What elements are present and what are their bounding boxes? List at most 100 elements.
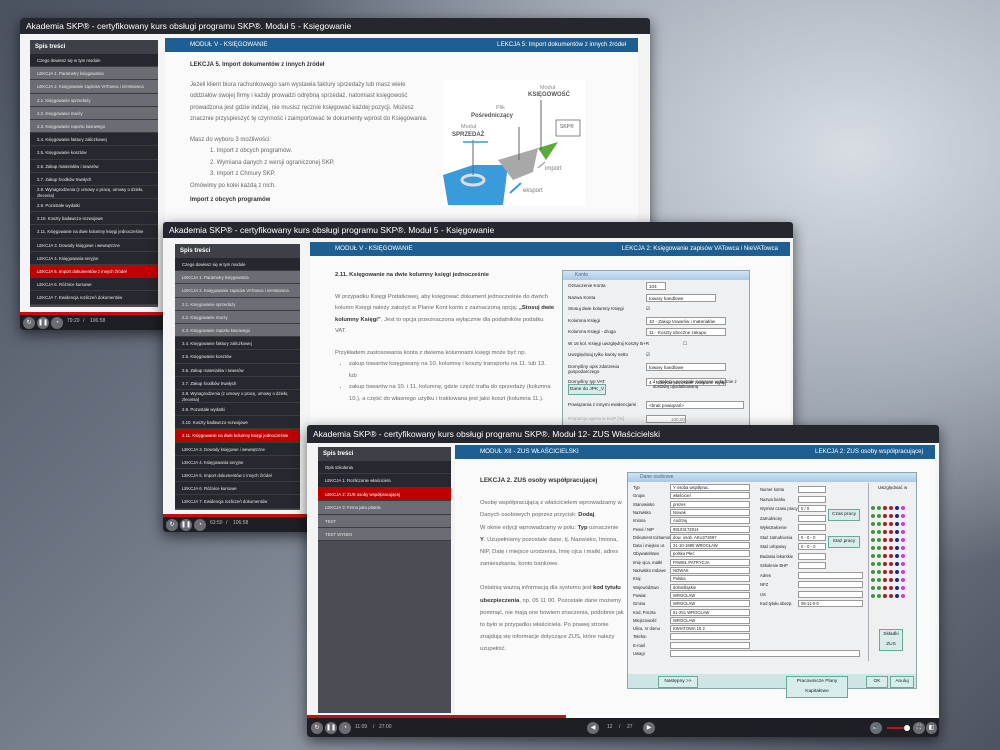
toc-item[interactable]: TEST WYNIKI: [318, 527, 451, 542]
field-value[interactable]: [798, 524, 826, 531]
speed-icon[interactable]: ◔: [339, 722, 351, 734]
field-value[interactable]: WROCŁAW: [670, 616, 750, 624]
field-value[interactable]: PAWEŁ PATRYCJA: [670, 558, 750, 566]
pause-icon[interactable]: ❚❚: [37, 317, 49, 329]
field-value[interactable]: WROCŁAW: [670, 600, 750, 608]
pause-icon[interactable]: ❚❚: [325, 722, 337, 734]
toc-item[interactable]: 2.6. Zakup materiałów i towarów: [30, 159, 158, 173]
speed-icon[interactable]: ◔: [194, 519, 206, 531]
field-value[interactable]: 0 / 0: [798, 505, 826, 512]
toc-item[interactable]: 2.11. Księgowanie na dwie kolumny księgi…: [175, 429, 300, 443]
zus-contributions-button[interactable]: Składki ZUS: [879, 629, 903, 651]
toc-item[interactable]: LEKCJA 3. Dowody księgowe i wewnętrzne: [30, 238, 158, 252]
toc-item[interactable]: LEKCJA 7. Ewidencja rozliczeń dokumentów: [175, 495, 300, 509]
toc-item[interactable]: LEKCJA 5. Import dokumentów z innych źró…: [175, 469, 300, 483]
field-value[interactable]: 11 - Koszty uboczne zakupu: [646, 328, 726, 336]
toc-item[interactable]: 2.1. Księgowanie sprzedaży: [30, 93, 158, 107]
field-value[interactable]: [670, 633, 750, 641]
ok-button[interactable]: OK: [866, 676, 888, 688]
field-value[interactable]: 0 - 0 - 0: [798, 533, 826, 541]
pause-icon[interactable]: ❚❚: [180, 519, 192, 531]
field-value[interactable]: Nowak: [670, 508, 750, 516]
toc-item[interactable]: LEKCJA 1. Parametry księgowania: [30, 67, 158, 81]
toc-item[interactable]: Opis szkolenia: [318, 461, 451, 475]
ppk-button[interactable]: Pracownicze Plany Kapitałowe: [786, 676, 848, 698]
toc-item[interactable]: LEKCJA 6. Różnice kursowe: [30, 278, 158, 292]
volume-slider[interactable]: [887, 725, 910, 731]
toc-item[interactable]: 2.7. Zakup środków trwałych: [175, 376, 300, 390]
toc-item[interactable]: TEST: [318, 514, 451, 528]
toc-item[interactable]: Czego dowiesz się w tym module: [30, 54, 158, 68]
toc-item[interactable]: 2.10. Koszty badawczo-rozwojowe: [175, 416, 300, 430]
volume-icon[interactable]: 🔈: [870, 722, 882, 734]
next-slide-icon[interactable]: ▶: [643, 722, 655, 734]
field-value[interactable]: [798, 552, 826, 560]
speed-icon[interactable]: ◔: [51, 317, 63, 329]
toc-item[interactable]: LEKCJA 2: ZUS osoby współpracującej: [318, 487, 451, 502]
replay-icon[interactable]: ↻: [311, 722, 323, 734]
toc-item[interactable]: 2.2. Księgowanie marży: [175, 310, 300, 324]
jpk-button[interactable]: Dane do JPK_V: [568, 384, 606, 395]
field-value[interactable]: KWIATOWA 15 2: [670, 625, 750, 633]
toc-item[interactable]: LEKCJA 7. Ewidencja rozliczeń dokumentów: [30, 291, 158, 305]
field-value[interactable]: 104: [646, 282, 666, 290]
field-value[interactable]: [798, 571, 863, 579]
toc-item[interactable]: LEKCJA 2. Księgowanie zapisów VATowca i …: [30, 80, 158, 94]
toc-item[interactable]: 2.2. Księgowanie marży: [30, 106, 158, 120]
next-button[interactable]: Następny >>: [658, 676, 698, 688]
field-value[interactable]: [798, 495, 826, 503]
field-value[interactable]: dolnośląskie: [670, 583, 750, 591]
field-value[interactable]: Polska: [670, 575, 750, 583]
toc-item[interactable]: 2.10. Koszty badawczo-rozwojowe: [30, 212, 158, 226]
field-value[interactable]: prezes: [670, 500, 750, 508]
toc-item[interactable]: 2.11. Księgowanie na dwie kolumny księgi…: [30, 225, 158, 239]
toc-item[interactable]: 2.7. Zakup środków trwałych: [30, 172, 158, 186]
toc-item[interactable]: 2.6. Zakup materiałów i towarów: [175, 363, 300, 377]
field-value[interactable]: [798, 486, 826, 493]
field-value[interactable]: towary handlowe: [646, 362, 726, 371]
toc-item[interactable]: 2.5. Księgowanie kosztów: [175, 350, 300, 364]
checkbox[interactable]: ☑: [646, 306, 650, 312]
toc-item[interactable]: 2.9. Pozostałe wydatki: [30, 199, 158, 213]
field-value[interactable]: Y osoba współprac.: [670, 484, 750, 491]
field-value[interactable]: [798, 514, 826, 522]
toc-item[interactable]: LEKCJA 1. Parametry księgowania: [175, 271, 300, 285]
field-value[interactable]: [798, 562, 826, 569]
fullscreen-icon[interactable]: ⛶: [913, 722, 925, 734]
prev-slide-icon[interactable]: ◀: [587, 722, 599, 734]
toc-item[interactable]: LEKCJA 1: Rozliczanie właściciela: [318, 474, 451, 488]
progress-bar[interactable]: [307, 715, 939, 718]
proportion-field[interactable]: 100,00: [646, 415, 686, 423]
cancel-button[interactable]: Anuluj: [890, 676, 914, 688]
toc-item[interactable]: 2.3. Księgowanie raportu kasowego: [175, 323, 300, 338]
toc-item[interactable]: LEKCJA 6. Różnice kursowe: [175, 482, 300, 496]
field-value[interactable]: WROCŁAW: [670, 591, 750, 599]
sidebar-toggle-icon[interactable]: ◧: [926, 722, 937, 734]
field-value[interactable]: 0 - 0 - 0: [798, 543, 826, 550]
toc-item[interactable]: LEKCJA 3. Dowody księgowe i wewnętrzne: [175, 442, 300, 456]
field-value[interactable]: właściciel: [670, 492, 750, 500]
field-value[interactable]: Andrzej: [670, 517, 750, 525]
field-value[interactable]: NOWAK: [670, 567, 750, 574]
toc-item[interactable]: 2.3. Księgowanie raportu kasowego: [30, 119, 158, 134]
toc-item[interactable]: LEKCJA 4. Księgowania seryjne: [30, 251, 158, 265]
work-time-button[interactable]: Czas pracy: [828, 509, 860, 521]
toc-item[interactable]: 2.8. Wynagrodzenia (z umowy o pracę, umo…: [175, 389, 300, 404]
field-value[interactable]: 05-11-0-0: [798, 600, 863, 607]
toc-item[interactable]: LEKCJA 3: Firma jako płatnik: [318, 501, 451, 515]
field-value[interactable]: dow. osob. AKU272697: [670, 533, 750, 541]
toc-item[interactable]: 2.4. Księgowanie faktury zaliczkowej: [175, 337, 300, 351]
links-select[interactable]: <brak powiązań>: [646, 401, 744, 409]
field-value[interactable]: 31-10-1988 WROCŁAW: [670, 542, 750, 550]
field-value[interactable]: [798, 581, 863, 588]
field-value[interactable]: polska Płeć: [670, 550, 750, 558]
checkbox[interactable]: ☑: [646, 352, 650, 358]
toc-item[interactable]: 2.8. Wynagrodzenia (z umowy o pracę, umo…: [30, 185, 158, 200]
replay-icon[interactable]: ↻: [23, 317, 35, 329]
toc-item[interactable]: LEKCJA 2. Księgowanie zapisów VATowca i …: [175, 284, 300, 298]
field-value[interactable]: [670, 650, 860, 657]
toc-item[interactable]: 2.4. Księgowanie faktury zaliczkowej: [30, 133, 158, 147]
field-value[interactable]: [798, 590, 863, 598]
toc-item[interactable]: Czego dowiesz się w tym module: [175, 258, 300, 272]
toc-item[interactable]: 2.1. Księgowanie sprzedaży: [175, 297, 300, 311]
